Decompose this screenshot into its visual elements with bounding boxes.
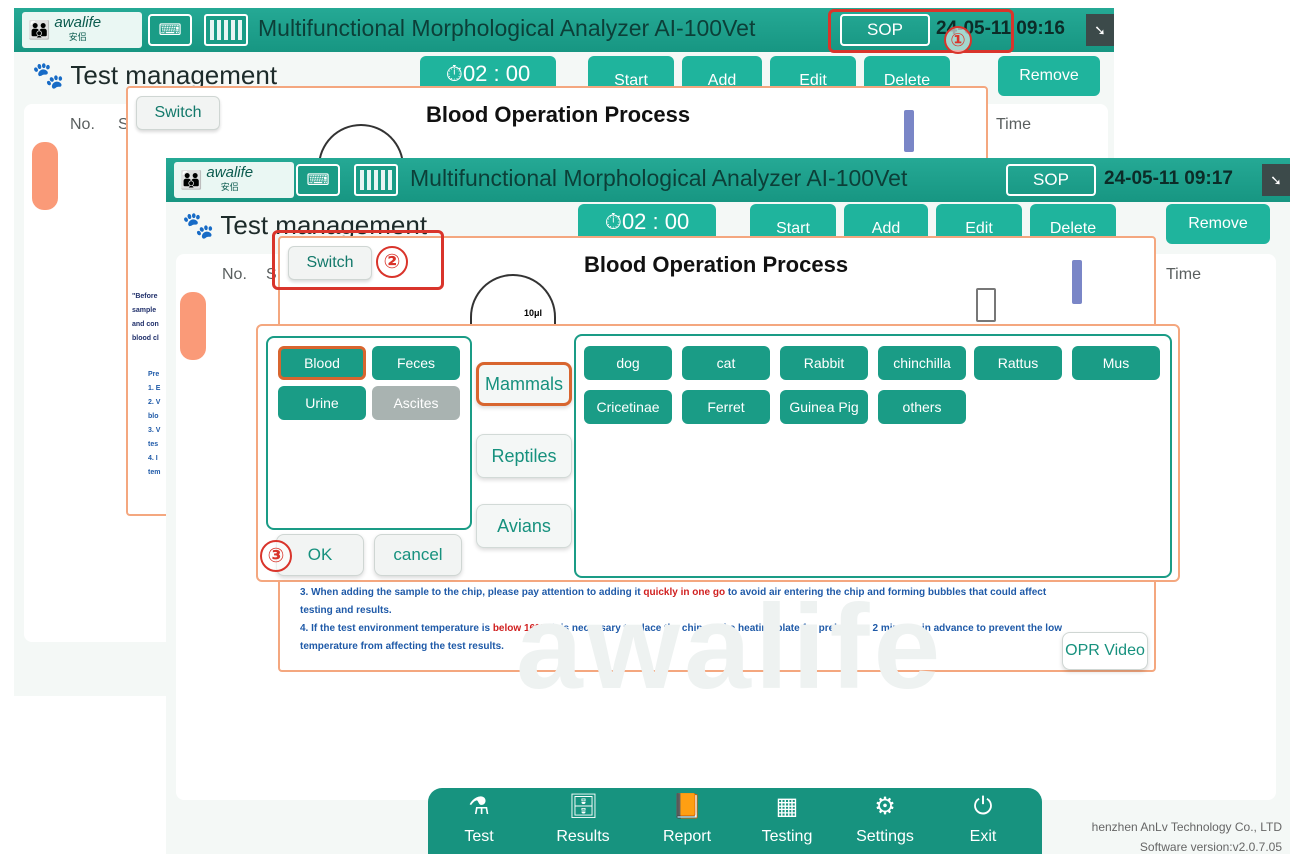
- people-icon: 👪: [180, 169, 203, 190]
- species-others[interactable]: others: [878, 390, 966, 424]
- species-dog[interactable]: dog: [584, 346, 672, 380]
- front-sop-button[interactable]: SOP: [1006, 164, 1096, 196]
- species-cat[interactable]: cat: [682, 346, 770, 380]
- sample-type-panel: Blood Feces Urine Ascites: [266, 336, 472, 530]
- nav-results[interactable]: 🗄 Results: [538, 792, 628, 846]
- callout-2: ②: [376, 246, 408, 278]
- sample-feces[interactable]: Feces: [372, 346, 460, 380]
- keyboard-icon[interactable]: ⌨: [296, 164, 340, 196]
- nav-testing[interactable]: ▦ Testing: [742, 792, 832, 846]
- species-mus[interactable]: Mus: [1072, 346, 1160, 380]
- front-remove-button[interactable]: Remove: [1166, 204, 1270, 244]
- callout-1: ①: [944, 26, 972, 54]
- category-avians[interactable]: Avians: [476, 504, 572, 548]
- beaker-illustration: [470, 274, 556, 328]
- cancel-button[interactable]: cancel: [374, 534, 462, 576]
- back-col-no: No.: [70, 116, 95, 133]
- bottom-nav: ⚗ Test 🗄 Results 📙 Report ▦ Testing ⚙ Setting…: [428, 788, 1042, 854]
- chip-rack-icon[interactable]: [354, 164, 398, 196]
- annotation-box-1: [828, 9, 1014, 53]
- database-icon: 🗄: [568, 793, 599, 820]
- opr-video-button[interactable]: OPR Video: [1062, 632, 1148, 670]
- testing-icon: ▦: [775, 793, 799, 820]
- logo-text: awalife: [54, 14, 102, 31]
- species-ferret[interactable]: Ferret: [682, 390, 770, 424]
- front-corner-icon[interactable]: ➘: [1262, 164, 1290, 196]
- note-step-4-cont: temperature from affecting the test resu…: [300, 641, 504, 652]
- back-col-time: Time: [996, 116, 1031, 133]
- test-tube-icon: ⚗: [468, 793, 490, 820]
- back-app-title: Multifunctional Morphological Analyzer A…: [258, 15, 756, 41]
- gear-icon: ⚙: [874, 793, 896, 820]
- front-logo-mark: 👪 awalife 安侣: [180, 164, 290, 196]
- logo-sub: 安侣: [220, 182, 239, 192]
- volume-label: 10μl: [524, 308, 543, 318]
- pipette-icon: [1072, 260, 1082, 304]
- tube-icon: [976, 288, 996, 322]
- power-icon: ⏻: [973, 793, 993, 820]
- front-clock: 24-05-11 09:17: [1104, 168, 1233, 189]
- back-side-steps: Pre 1. E 2. V blo 3. V tes 4. I tem: [148, 371, 161, 476]
- keyboard-icon[interactable]: ⌨: [148, 14, 192, 46]
- sample-urine[interactable]: Urine: [278, 386, 366, 420]
- species-chinchilla[interactable]: chinchilla: [878, 346, 966, 380]
- front-col-time: Time: [1166, 266, 1201, 283]
- category-reptiles[interactable]: Reptiles: [476, 434, 572, 478]
- watermark: awalife: [516, 580, 945, 714]
- species-rabbit[interactable]: Rabbit: [780, 346, 868, 380]
- chip-rack-icon[interactable]: [204, 14, 248, 46]
- back-corner-icon[interactable]: ➘: [1086, 14, 1114, 46]
- footer-version: Software version:v2.0.7.05: [1139, 840, 1282, 854]
- species-guinea-pig[interactable]: Guinea Pig: [780, 390, 868, 424]
- front-scrollbar[interactable]: [180, 292, 206, 360]
- back-switch-button[interactable]: Switch: [136, 96, 220, 130]
- back-remove-button[interactable]: Remove: [998, 56, 1100, 96]
- front-process-title: Blood Operation Process: [584, 252, 849, 277]
- note-step-3-cont: testing and results.: [300, 605, 392, 616]
- people-icon: 👪: [28, 19, 51, 40]
- paw-icon: 🐾: [182, 210, 215, 240]
- footer-company: henzhen AnLv Technology Co., LTD: [1091, 820, 1282, 834]
- back-side-text: "Before sample and con blood cl: [132, 293, 159, 342]
- callout-3: ③: [260, 540, 292, 572]
- front-col-no: No.: [222, 266, 247, 283]
- back-process-title: Blood Operation Process: [426, 102, 691, 127]
- species-cricetinae[interactable]: Cricetinae: [584, 390, 672, 424]
- sample-selector-dialog: Blood Feces Urine Ascites OK cancel Mamm…: [256, 324, 1180, 582]
- front-app-title: Multifunctional Morphological Analyzer A…: [410, 165, 908, 191]
- back-logo-mark: 👪 awalife 安侣: [28, 14, 138, 46]
- species-panel: dog cat Rabbit chinchilla Rattus Mus Cri…: [574, 334, 1172, 578]
- category-mammals[interactable]: Mammals: [476, 362, 572, 406]
- sample-blood[interactable]: Blood: [278, 346, 366, 380]
- back-scrollbar[interactable]: [32, 142, 58, 210]
- logo-text: awalife: [206, 164, 254, 181]
- annotation-box-2: [272, 230, 444, 290]
- nav-settings[interactable]: ⚙ Settings: [840, 792, 930, 846]
- nav-test[interactable]: ⚗ Test: [434, 792, 524, 846]
- nav-report[interactable]: 📙 Report: [642, 792, 732, 846]
- logo-sub: 安侣: [68, 32, 87, 42]
- species-rattus[interactable]: Rattus: [974, 346, 1062, 380]
- front-title-bar: 👪 awalife 安侣 ⌨ Multifunctional Morphologi…: [166, 158, 1290, 202]
- nav-exit[interactable]: ⏻ Exit: [938, 792, 1028, 846]
- report-icon: 📙: [672, 793, 702, 820]
- paw-icon: 🐾: [32, 60, 65, 90]
- sample-ascites: Ascites: [372, 386, 460, 420]
- pipette-icon: [904, 110, 914, 152]
